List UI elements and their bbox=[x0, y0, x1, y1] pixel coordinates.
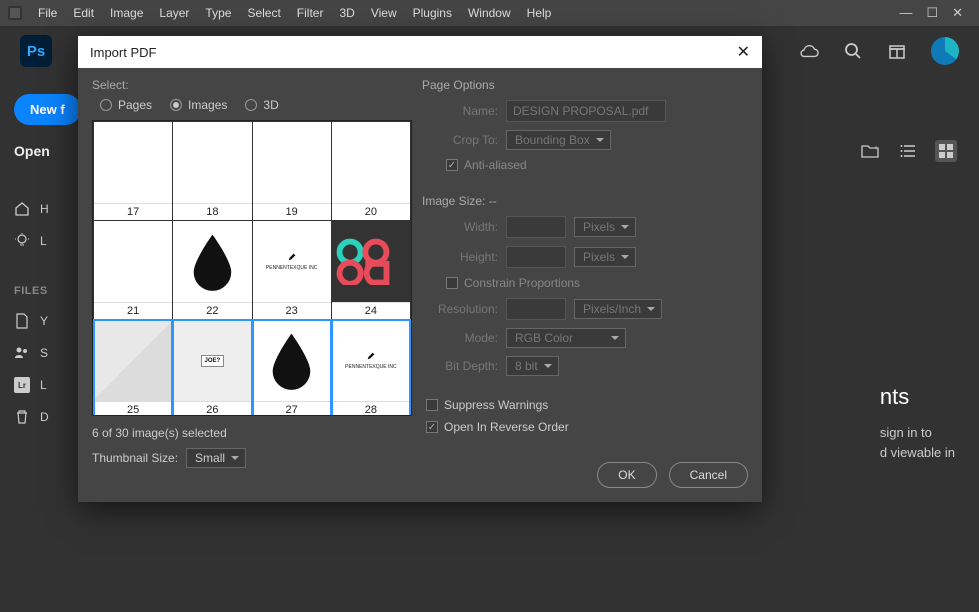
crop-to-label: Crop To: bbox=[422, 133, 498, 147]
menu-type[interactable]: Type bbox=[197, 2, 239, 24]
menu-select[interactable]: Select bbox=[239, 2, 288, 24]
radio-images[interactable]: Images bbox=[170, 98, 227, 112]
page-options-title: Page Options bbox=[422, 78, 748, 92]
bitdepth-label: Bit Depth: bbox=[422, 359, 498, 373]
thumbnail-28[interactable]: PENNENTEXQUE INC28 bbox=[332, 320, 410, 416]
height-label: Height: bbox=[422, 250, 498, 264]
menu-filter[interactable]: Filter bbox=[289, 2, 332, 24]
thumbnail-size-label: Thumbnail Size: bbox=[92, 451, 178, 465]
menu-image[interactable]: Image bbox=[102, 2, 151, 24]
crop-to-dropdown: Bounding Box bbox=[506, 130, 611, 150]
list-view-icon[interactable] bbox=[897, 140, 919, 162]
cancel-button[interactable]: Cancel bbox=[669, 462, 748, 488]
width-unit-dropdown: Pixels bbox=[574, 217, 636, 237]
bitdepth-dropdown: 8 bit bbox=[506, 356, 559, 376]
nav-learn-label: L bbox=[40, 234, 47, 248]
minimize-button[interactable]: — bbox=[899, 5, 912, 21]
thumbnail-17[interactable]: 17 bbox=[94, 122, 172, 220]
ok-button[interactable]: OK bbox=[597, 462, 656, 488]
menu-view[interactable]: View bbox=[363, 2, 405, 24]
welcome-text-partial: nts sign in to d viewable in bbox=[880, 380, 955, 462]
suppress-warnings-checkbox[interactable]: Suppress Warnings bbox=[426, 398, 748, 412]
user-avatar[interactable] bbox=[931, 37, 959, 65]
thumbnail-27[interactable]: 27 bbox=[253, 320, 331, 416]
name-input bbox=[506, 100, 666, 122]
file-label: L bbox=[40, 378, 47, 392]
file-label: Y bbox=[40, 314, 48, 328]
close-button[interactable]: ✕ bbox=[952, 5, 963, 21]
resolution-input bbox=[506, 298, 566, 320]
menu-plugins[interactable]: Plugins bbox=[405, 2, 460, 24]
menu-layer[interactable]: Layer bbox=[151, 2, 197, 24]
mode-dropdown: RGB Color bbox=[506, 328, 626, 348]
thumbnail-25[interactable]: 25 bbox=[94, 320, 172, 416]
nav-home-label: H bbox=[40, 202, 49, 216]
reverse-order-checkbox[interactable]: Open In Reverse Order bbox=[426, 420, 748, 434]
select-label: Select: bbox=[92, 78, 412, 92]
width-label: Width: bbox=[422, 220, 498, 234]
dialog-close-button[interactable]: ✕ bbox=[737, 42, 750, 62]
photoshop-logo: Ps bbox=[20, 35, 52, 67]
trash-icon bbox=[14, 409, 30, 425]
constrain-proportions-checkbox: Constrain Proportions bbox=[446, 276, 580, 290]
cloud-icon[interactable] bbox=[799, 41, 819, 61]
radio-3d[interactable]: 3D bbox=[245, 98, 278, 112]
home-icon bbox=[14, 201, 30, 217]
gift-icon[interactable] bbox=[887, 41, 907, 61]
app-menu-icon[interactable] bbox=[8, 6, 22, 20]
file-label: D bbox=[40, 410, 49, 424]
mode-label: Mode: bbox=[422, 331, 498, 345]
grid-view-icon[interactable] bbox=[935, 140, 957, 162]
thumbnail-23[interactable]: PENNENTEXQUE INC23 bbox=[253, 221, 331, 319]
thumbnail-24[interactable]: 24 bbox=[332, 221, 410, 319]
thumbnail-21[interactable]: 21 bbox=[94, 221, 172, 319]
name-label: Name: bbox=[422, 104, 498, 118]
menu-window[interactable]: Window bbox=[460, 2, 519, 24]
search-icon[interactable] bbox=[843, 41, 863, 61]
resolution-label: Resolution: bbox=[422, 302, 498, 316]
dialog-title: Import PDF bbox=[90, 45, 156, 60]
menu-edit[interactable]: Edit bbox=[65, 2, 102, 24]
thumbnail-grid[interactable]: 17181920 2122PENNENTEXQUE INC2324 25JOE?26… bbox=[92, 120, 412, 416]
maximize-button[interactable]: ☐ bbox=[926, 5, 938, 21]
width-input bbox=[506, 216, 566, 238]
menu-3d[interactable]: 3D bbox=[331, 2, 362, 24]
svg-text:+: + bbox=[874, 145, 878, 152]
dialog-title-bar: Import PDF ✕ bbox=[78, 36, 762, 68]
resolution-unit-dropdown: Pixels/Inch bbox=[574, 299, 662, 319]
height-input bbox=[506, 246, 566, 268]
new-file-button[interactable]: New f bbox=[14, 94, 81, 125]
menu-help[interactable]: Help bbox=[519, 2, 560, 24]
image-size-title: Image Size: -- bbox=[422, 194, 748, 208]
file-icon bbox=[14, 313, 30, 329]
thumbnail-19[interactable]: 19 bbox=[253, 122, 331, 220]
antialiased-checkbox: Anti-aliased bbox=[446, 158, 527, 172]
menu-file[interactable]: File bbox=[30, 2, 65, 24]
menu-bar: FileEditImageLayerTypeSelectFilter3DView… bbox=[0, 0, 979, 26]
file-label: S bbox=[40, 346, 48, 360]
lightbulb-icon bbox=[14, 233, 30, 249]
people-icon bbox=[14, 345, 30, 361]
select-radio-group: Pages Images 3D bbox=[100, 98, 412, 112]
import-pdf-dialog: Import PDF ✕ Select: Pages Images 3D 171… bbox=[78, 36, 762, 502]
radio-pages[interactable]: Pages bbox=[100, 98, 152, 112]
thumbnail-18[interactable]: 18 bbox=[173, 122, 251, 220]
thumbnail-22[interactable]: 22 bbox=[173, 221, 251, 319]
thumbnail-26[interactable]: JOE?26 bbox=[173, 320, 251, 416]
selection-status: 6 of 30 image(s) selected bbox=[92, 426, 412, 440]
view-toggles: + bbox=[859, 140, 957, 162]
height-unit-dropdown: Pixels bbox=[574, 247, 636, 267]
thumbnail-20[interactable]: 20 bbox=[332, 122, 410, 220]
thumbnail-size-dropdown[interactable]: Small bbox=[186, 448, 246, 468]
window-controls: — ☐ ✕ bbox=[899, 5, 971, 21]
lightroom-icon: Lr bbox=[14, 377, 30, 393]
folder-add-icon[interactable]: + bbox=[859, 140, 881, 162]
